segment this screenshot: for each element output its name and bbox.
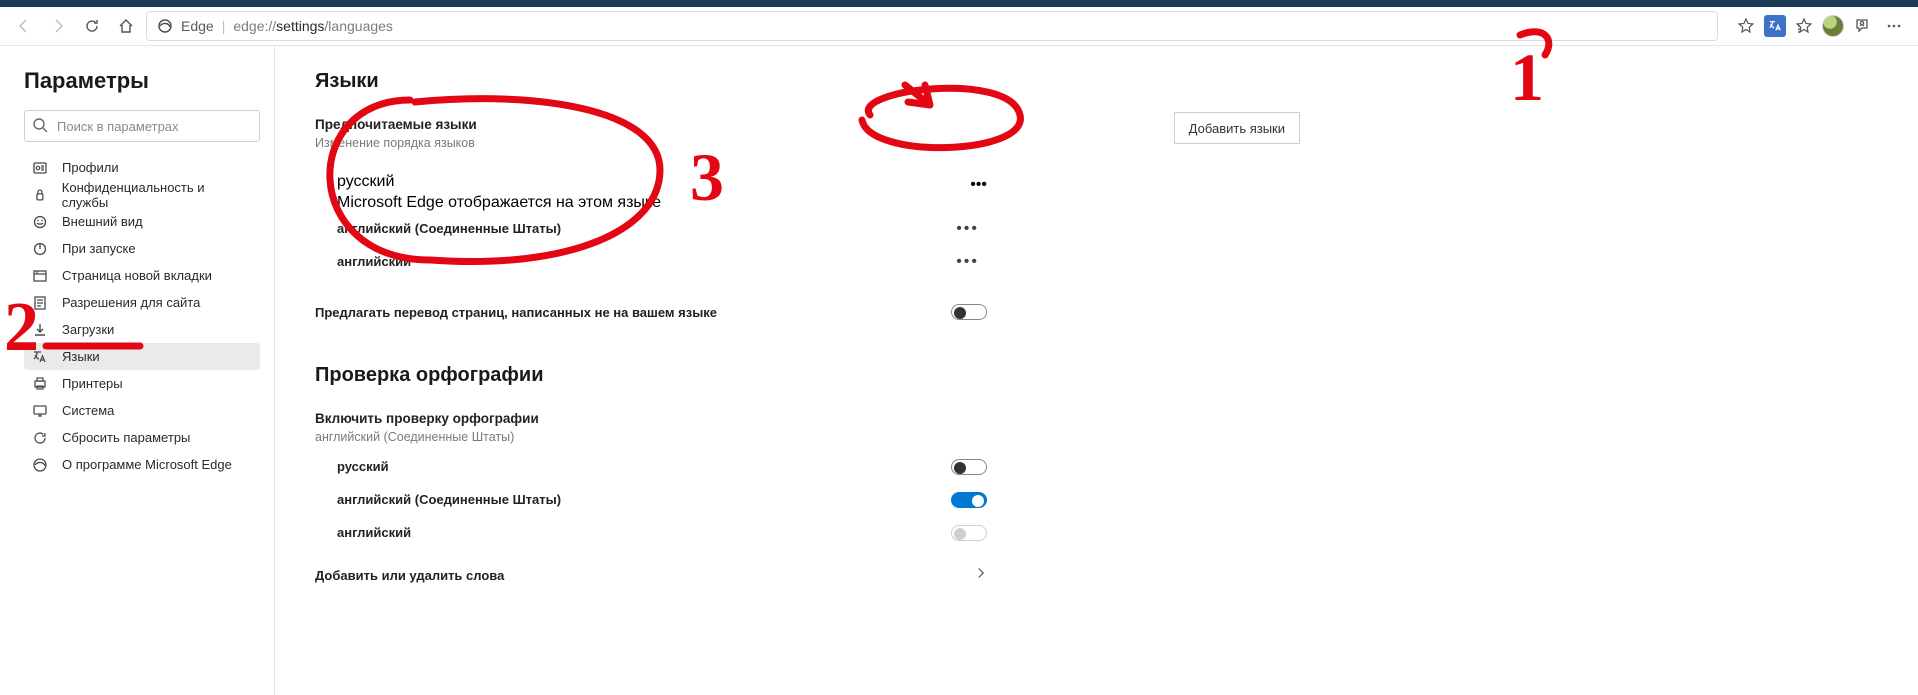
address-separator: | bbox=[222, 18, 226, 34]
sidebar-item-label: Конфиденциальность и службы bbox=[62, 180, 252, 210]
language-name: английский bbox=[337, 254, 411, 269]
add-remove-words-label: Добавить или удалить слова bbox=[315, 568, 504, 583]
address-bar[interactable]: Edge | edge://settings/languages bbox=[146, 11, 1718, 41]
sidebar-item-icon bbox=[32, 403, 48, 419]
language-more-icon[interactable]: ••• bbox=[970, 176, 987, 194]
sidebar-item[interactable]: Внешний вид bbox=[24, 208, 260, 235]
sidebar-item-icon bbox=[32, 160, 48, 176]
sidebar-item-icon bbox=[32, 187, 48, 203]
sidebar-item-label: При запуске bbox=[62, 241, 136, 256]
sidebar-item-label: Загрузки bbox=[62, 322, 114, 337]
preferred-languages-block: Предпочитаемые языки Изменение порядка я… bbox=[315, 117, 995, 328]
translate-icon[interactable] bbox=[1764, 15, 1786, 37]
edge-favicon-icon bbox=[157, 18, 173, 34]
window-top-stripe bbox=[0, 0, 1918, 7]
add-languages-button[interactable]: Добавить языки bbox=[1174, 112, 1300, 144]
offer-translate-toggle[interactable] bbox=[951, 304, 987, 320]
spell-language-name: английский bbox=[337, 525, 411, 540]
sidebar-item-icon bbox=[32, 349, 48, 365]
spellcheck-language-list: русский английский (Соединенные Штаты) анг… bbox=[315, 450, 995, 549]
spell-language-toggle bbox=[951, 525, 987, 541]
sidebar-item-label: Сбросить параметры bbox=[62, 430, 190, 445]
search-input[interactable] bbox=[24, 110, 260, 142]
offer-translate-row: Предлагать перевод страниц, написанных н… bbox=[315, 296, 987, 328]
home-icon[interactable] bbox=[112, 12, 140, 40]
preferred-languages-heading: Предпочитаемые языки bbox=[315, 117, 995, 132]
languages-heading: Языки bbox=[315, 70, 1878, 93]
sidebar-item-label: О программе Microsoft Edge bbox=[62, 457, 232, 472]
sidebar-item[interactable]: Принтеры bbox=[24, 370, 260, 397]
language-item: английский ••• bbox=[315, 245, 987, 278]
spell-language-toggle[interactable] bbox=[951, 459, 987, 475]
forward-icon[interactable] bbox=[44, 12, 72, 40]
sidebar-item-icon bbox=[32, 241, 48, 257]
sidebar-nav: Профили Конфиденциальность и службы Внешни… bbox=[24, 154, 260, 478]
sidebar-item-icon bbox=[32, 430, 48, 446]
sidebar-title: Параметры bbox=[24, 68, 260, 94]
sidebar-item[interactable]: Конфиденциальность и службы bbox=[24, 181, 260, 208]
sidebar-item-label: Разрешения для сайта bbox=[62, 295, 200, 310]
profile-avatar[interactable] bbox=[1822, 15, 1844, 37]
sidebar-item[interactable]: Сбросить параметры bbox=[24, 424, 260, 451]
preferred-languages-caption: Изменение порядка языков bbox=[315, 136, 995, 150]
back-icon[interactable] bbox=[10, 12, 38, 40]
language-name: русский bbox=[337, 173, 394, 191]
sidebar-item-label: Внешний вид bbox=[62, 214, 143, 229]
favorites-list-icon[interactable] bbox=[1790, 12, 1818, 40]
sidebar-item[interactable]: Страница новой вкладки bbox=[24, 262, 260, 289]
browser-toolbar: Edge | edge://settings/languages bbox=[0, 7, 1918, 46]
sidebar-item-icon bbox=[32, 268, 48, 284]
sidebar-item[interactable]: При запуске bbox=[24, 235, 260, 262]
search-icon bbox=[32, 117, 48, 133]
language-more-icon[interactable]: ••• bbox=[956, 253, 979, 271]
spell-language-toggle[interactable] bbox=[951, 492, 987, 508]
language-name: английский (Соединенные Штаты) bbox=[337, 221, 561, 236]
address-site-name: Edge bbox=[181, 18, 214, 34]
add-remove-words-row[interactable]: Добавить или удалить слова bbox=[315, 559, 987, 591]
language-more-icon[interactable]: ••• bbox=[956, 220, 979, 238]
language-list: русский•••Microsoft Edge отображается на… bbox=[315, 166, 995, 278]
refresh-icon[interactable] bbox=[78, 12, 106, 40]
sidebar-item-icon bbox=[32, 214, 48, 230]
url-path-2: /languages bbox=[324, 18, 393, 34]
spellcheck-heading: Проверка орфографии bbox=[315, 364, 1878, 387]
spell-language-item: английский bbox=[315, 516, 987, 549]
offer-translate-label: Предлагать перевод страниц, написанных н… bbox=[315, 305, 717, 320]
sidebar-item[interactable]: Языки bbox=[24, 343, 260, 370]
url-scheme: edge:// bbox=[233, 18, 276, 34]
spell-language-name: английский (Соединенные Штаты) bbox=[337, 492, 561, 507]
settings-content: Языки Предпочитаемые языки Изменение пор… bbox=[275, 46, 1918, 695]
settings-sidebar: Параметры Профили Конфиденциальность и сл… bbox=[0, 46, 275, 695]
sidebar-item-label: Профили bbox=[62, 160, 119, 175]
sidebar-item[interactable]: Система bbox=[24, 397, 260, 424]
language-sub: Microsoft Edge отображается на этом язык… bbox=[337, 194, 995, 212]
spell-language-item: английский (Соединенные Штаты) bbox=[315, 483, 987, 516]
spell-language-name: русский bbox=[337, 459, 389, 474]
sidebar-item-icon bbox=[32, 376, 48, 392]
sidebar-search bbox=[24, 110, 260, 142]
sidebar-item[interactable]: О программе Microsoft Edge bbox=[24, 451, 260, 478]
spellcheck-block: Включить проверку орфографии английский … bbox=[315, 411, 995, 591]
sidebar-item[interactable]: Профили bbox=[24, 154, 260, 181]
more-menu-icon[interactable] bbox=[1880, 12, 1908, 40]
spell-enable-label: Включить проверку орфографии bbox=[315, 411, 995, 426]
favorite-star-icon[interactable] bbox=[1732, 12, 1760, 40]
language-item: русский •••Microsoft Edge отображается на… bbox=[315, 166, 995, 212]
spell-language-item: русский bbox=[315, 450, 987, 483]
sidebar-item-icon bbox=[32, 457, 48, 473]
sidebar-item-icon bbox=[32, 295, 48, 311]
chevron-right-icon bbox=[975, 566, 987, 584]
sidebar-item-label: Языки bbox=[62, 349, 100, 364]
language-item: английский (Соединенные Штаты) ••• bbox=[315, 212, 987, 245]
sidebar-item[interactable]: Загрузки bbox=[24, 316, 260, 343]
sidebar-item-label: Система bbox=[62, 403, 114, 418]
settings-page: Параметры Профили Конфиденциальность и сл… bbox=[0, 46, 1918, 695]
sidebar-item-icon bbox=[32, 322, 48, 338]
sidebar-item-label: Принтеры bbox=[62, 376, 123, 391]
sidebar-item-label: Страница новой вкладки bbox=[62, 268, 212, 283]
sidebar-item[interactable]: Разрешения для сайта bbox=[24, 289, 260, 316]
url-path-1: settings bbox=[276, 18, 324, 34]
feedback-icon[interactable] bbox=[1848, 12, 1876, 40]
spell-enable-caption: английский (Соединенные Штаты) bbox=[315, 430, 995, 444]
